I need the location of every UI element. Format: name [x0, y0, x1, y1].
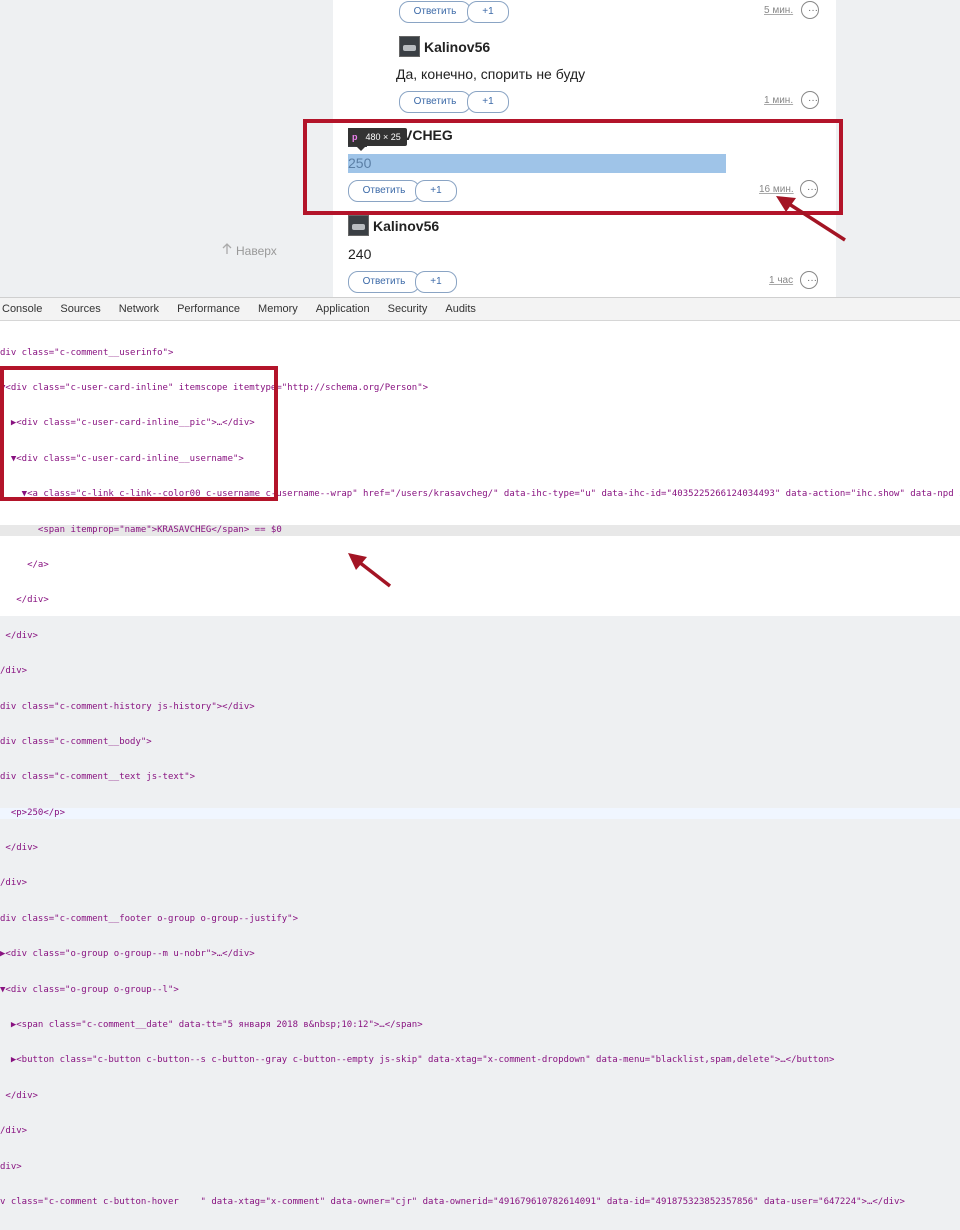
comment-item: Kalinov56 Да, конечно, спорить не буду О…	[333, 30, 836, 116]
dom-node[interactable]: </a>	[0, 560, 960, 572]
devtools-panel: Console Sources Network Performance Memo…	[0, 297, 960, 1207]
dom-node[interactable]: ▶<button class="c-button c-button--s c-b…	[0, 1055, 960, 1067]
reply-button[interactable]: Ответить	[399, 1, 471, 23]
author-name[interactable]: Kalinov56	[373, 218, 439, 234]
tab-memory[interactable]: Memory	[249, 298, 307, 320]
dom-node[interactable]: /div>	[0, 878, 960, 890]
dom-node[interactable]: </div>	[0, 1091, 960, 1103]
back-to-top-link[interactable]: Наверх	[222, 243, 277, 258]
dom-node[interactable]: div class="c-comment__text js-text">	[0, 772, 960, 784]
more-options-icon[interactable]: ···	[801, 1, 819, 19]
dom-node[interactable]: ▶<span class="c-comment__date" data-tt="…	[0, 1020, 960, 1032]
tab-sources[interactable]: Sources	[51, 298, 109, 320]
more-options-icon[interactable]: ···	[800, 271, 818, 289]
dom-node[interactable]: v class="c-comment c-button-hover " data…	[0, 1197, 960, 1209]
dom-node[interactable]: div class="c-comment__userinfo">	[0, 348, 960, 360]
dom-node[interactable]: /div>	[0, 666, 960, 678]
tab-application[interactable]: Application	[307, 298, 379, 320]
tab-performance[interactable]: Performance	[168, 298, 249, 320]
plus-one-button[interactable]: +1	[467, 1, 509, 23]
reply-button[interactable]: Ответить	[399, 91, 471, 113]
dom-node[interactable]: ▼<div class="o-group o-group--l">	[0, 985, 960, 997]
comment-text: 240	[348, 246, 372, 262]
comment-time[interactable]: 5 мин.	[764, 5, 793, 16]
more-options-icon[interactable]: ···	[801, 91, 819, 109]
comment-time[interactable]: 1 мин.	[764, 95, 793, 106]
tab-security[interactable]: Security	[379, 298, 437, 320]
page-viewport: Наверх Ответить +1 5 мин. ··· Kalinov56 …	[0, 0, 960, 297]
comment-item: Kalinov56 240 Ответить +1 1 час ···	[333, 208, 836, 297]
dom-node[interactable]: div class="c-comment__footer o-group o-g…	[0, 914, 960, 926]
dom-node[interactable]: /div>	[0, 1126, 960, 1138]
tab-network[interactable]: Network	[110, 298, 168, 320]
comment-time[interactable]: 1 час	[769, 275, 793, 286]
dom-node[interactable]: div class="c-comment-history js-history"…	[0, 702, 960, 714]
plus-one-button[interactable]: +1	[415, 271, 457, 293]
arrow-up-icon	[222, 243, 232, 258]
plus-one-button[interactable]: +1	[467, 91, 509, 113]
comment-item: Ответить +1 5 мин. ···	[333, 0, 836, 30]
dom-node-selected[interactable]: <span itemprop="name">KRASAVCHEG</span> …	[0, 524, 960, 537]
dom-node[interactable]: </div>	[0, 843, 960, 855]
annotation-arrow	[348, 553, 392, 588]
annotation-box	[303, 119, 843, 215]
comment-author[interactable]: Kalinov56	[399, 36, 490, 57]
dom-node[interactable]: div>	[0, 1162, 960, 1174]
tab-console[interactable]: Console	[0, 298, 51, 320]
back-to-top-label: Наверх	[236, 243, 277, 258]
dom-node-hovered[interactable]: <p>250</p>	[0, 807, 960, 820]
reply-button[interactable]: Ответить	[348, 271, 420, 293]
dom-node[interactable]: </div>	[0, 631, 960, 643]
author-name[interactable]: Kalinov56	[424, 39, 490, 55]
tab-audits[interactable]: Audits	[436, 298, 485, 320]
comment-text: Да, конечно, спорить не буду	[396, 66, 586, 82]
devtools-tab-bar: Console Sources Network Performance Memo…	[0, 298, 960, 321]
comment-author[interactable]: Kalinov56	[348, 215, 439, 236]
avatar[interactable]	[348, 215, 369, 236]
dom-node[interactable]: </div>	[0, 595, 960, 607]
avatar[interactable]	[399, 36, 420, 57]
annotation-arrow	[776, 196, 846, 242]
annotation-box	[0, 366, 278, 501]
dom-node[interactable]: ▶<div class="o-group o-group--m u-nobr">…	[0, 949, 960, 961]
dom-node[interactable]: div class="c-comment__body">	[0, 737, 960, 749]
